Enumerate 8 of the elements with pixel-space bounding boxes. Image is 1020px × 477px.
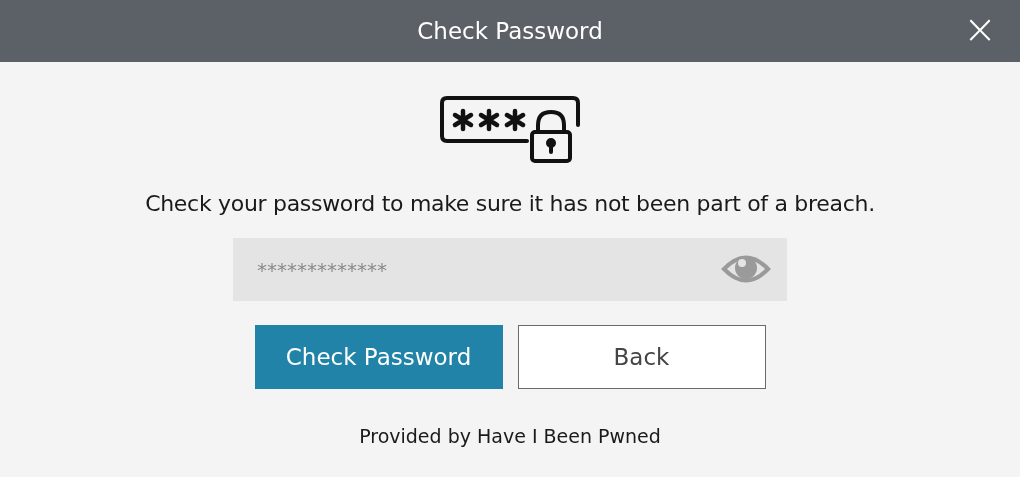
window-title: Check Password	[417, 18, 603, 44]
check-password-button[interactable]: Check Password	[254, 325, 503, 389]
password-field[interactable]: *************	[233, 238, 787, 301]
close-button[interactable]: ×	[962, 11, 998, 47]
password-lock-icon	[439, 95, 581, 163]
attribution-text: Provided by Have I Been Pwned	[359, 425, 661, 447]
instruction-text: Check your password to make sure it has not been part of a breach.	[145, 191, 875, 216]
back-button[interactable]: Back	[517, 325, 766, 389]
